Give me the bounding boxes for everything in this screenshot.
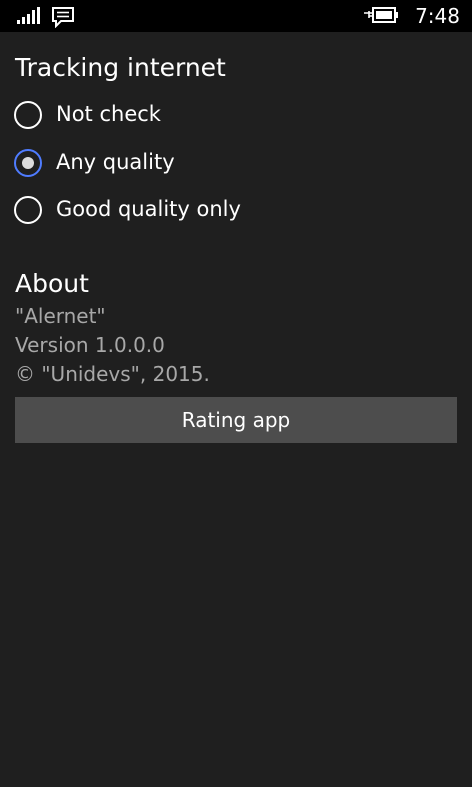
app-name-text: "Alernet": [15, 304, 106, 328]
about-section-title: About: [15, 269, 89, 298]
radio-dot-icon: [22, 157, 34, 169]
radio-label[interactable]: Any quality: [56, 147, 175, 177]
radio-button-icon[interactable]: [14, 101, 42, 129]
radio-label[interactable]: Not check: [56, 99, 161, 129]
app-screen: 7:48 Tracking internet Not check Any qua…: [0, 0, 472, 787]
radio-option-not-check[interactable]: Not check: [14, 99, 454, 133]
version-text: Version 1.0.0.0: [15, 333, 165, 357]
copyright-text: © "Unidevs", 2015.: [15, 362, 210, 386]
status-bar: 7:48: [0, 0, 472, 32]
message-icon: [52, 7, 74, 28]
battery-charging-icon: [364, 7, 398, 23]
signal-strength-icon: [17, 7, 40, 24]
radio-button-icon[interactable]: [14, 196, 42, 224]
radio-option-good-quality-only[interactable]: Good quality only: [14, 194, 454, 228]
radio-option-any-quality[interactable]: Any quality: [14, 147, 454, 181]
rating-app-button[interactable]: Rating app: [15, 397, 457, 443]
status-time: 7:48: [415, 4, 460, 28]
radio-label[interactable]: Good quality only: [56, 194, 241, 224]
tracking-section-title: Tracking internet: [15, 53, 226, 82]
radio-button-selected-icon[interactable]: [14, 149, 42, 177]
